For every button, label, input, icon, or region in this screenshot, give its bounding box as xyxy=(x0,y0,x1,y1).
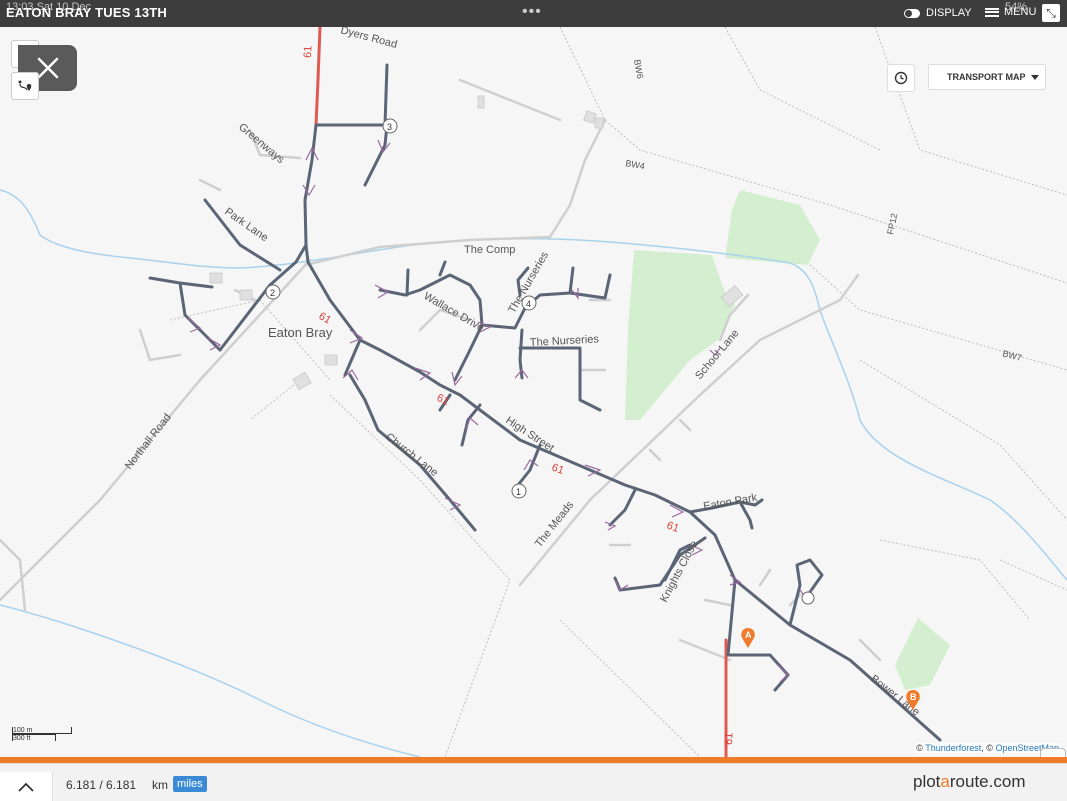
waypoint-label: 3 xyxy=(387,122,392,132)
map-layer-value: TRANSPORT MAP xyxy=(947,72,1026,82)
svg-text:61: 61 xyxy=(302,45,314,58)
plotaroute-logo[interactable]: plotaroute.com xyxy=(913,772,1025,792)
svg-text:B: B xyxy=(910,692,917,702)
map-svg[interactable]: BW6 BW4 FP12 BW7 3 2 4 1 61 61 61 61 61 … xyxy=(0,27,1067,757)
map-attribution: © Thunderforest, © OpenStreetMap xyxy=(914,743,1061,753)
waypoint-label: 2 xyxy=(270,288,275,298)
display-toggle[interactable]: DISPLAY xyxy=(904,7,972,19)
close-icon xyxy=(37,57,58,79)
place-label-eaton-bray: Eaton Bray xyxy=(268,325,333,340)
route-distance: 6.181 / 6.181 xyxy=(66,778,137,792)
toggle-icon xyxy=(904,8,920,18)
more-dots[interactable]: ••• xyxy=(522,3,542,21)
map-layer-select[interactable]: TRANSPORT MAP xyxy=(928,64,1046,90)
menu-label: MENU xyxy=(1004,6,1037,18)
scale-bar: 100 m 300 ft xyxy=(12,727,72,742)
map-canvas[interactable]: BW6 BW4 FP12 BW7 3 2 4 1 61 61 61 61 61 … xyxy=(0,27,1067,757)
clock-icon xyxy=(894,71,908,85)
unit-km-button[interactable]: km xyxy=(152,778,168,792)
route-title[interactable]: EATON BRAY TUES 13TH xyxy=(6,5,167,20)
display-label: DISPLAY xyxy=(926,7,972,19)
thunderforest-link[interactable]: Thunderforest xyxy=(925,743,981,753)
road-label-the-comp: The Comp xyxy=(464,244,515,256)
waypoint-label: 1 xyxy=(516,487,521,497)
route-pin-icon xyxy=(18,80,32,91)
svg-text:A: A xyxy=(745,630,752,640)
expand-panel-button[interactable] xyxy=(0,772,53,801)
top-bar: 13:03 Sat 10 Dec EATON BRAY TUES 13TH ••… xyxy=(0,0,1067,27)
unit-miles-button[interactable]: miles xyxy=(173,776,207,792)
menu-button[interactable]: MENU xyxy=(985,6,1036,18)
hamburger-icon xyxy=(985,7,999,17)
expand-icon[interactable]: ⤡ xyxy=(1042,4,1060,22)
chevron-down-icon xyxy=(1031,75,1039,80)
bottom-bar: 6.181 / 6.181 km miles plotaroute.com xyxy=(0,763,1067,801)
history-button[interactable] xyxy=(887,64,915,92)
waypoint-label: 4 xyxy=(526,299,531,309)
route-tool-button[interactable] xyxy=(11,72,39,100)
chevron-up-icon xyxy=(18,782,34,792)
scale-imperial: 300 ft xyxy=(13,735,31,742)
scale-metric: 100 m xyxy=(13,727,33,734)
svg-text:61: 61 xyxy=(723,732,735,745)
